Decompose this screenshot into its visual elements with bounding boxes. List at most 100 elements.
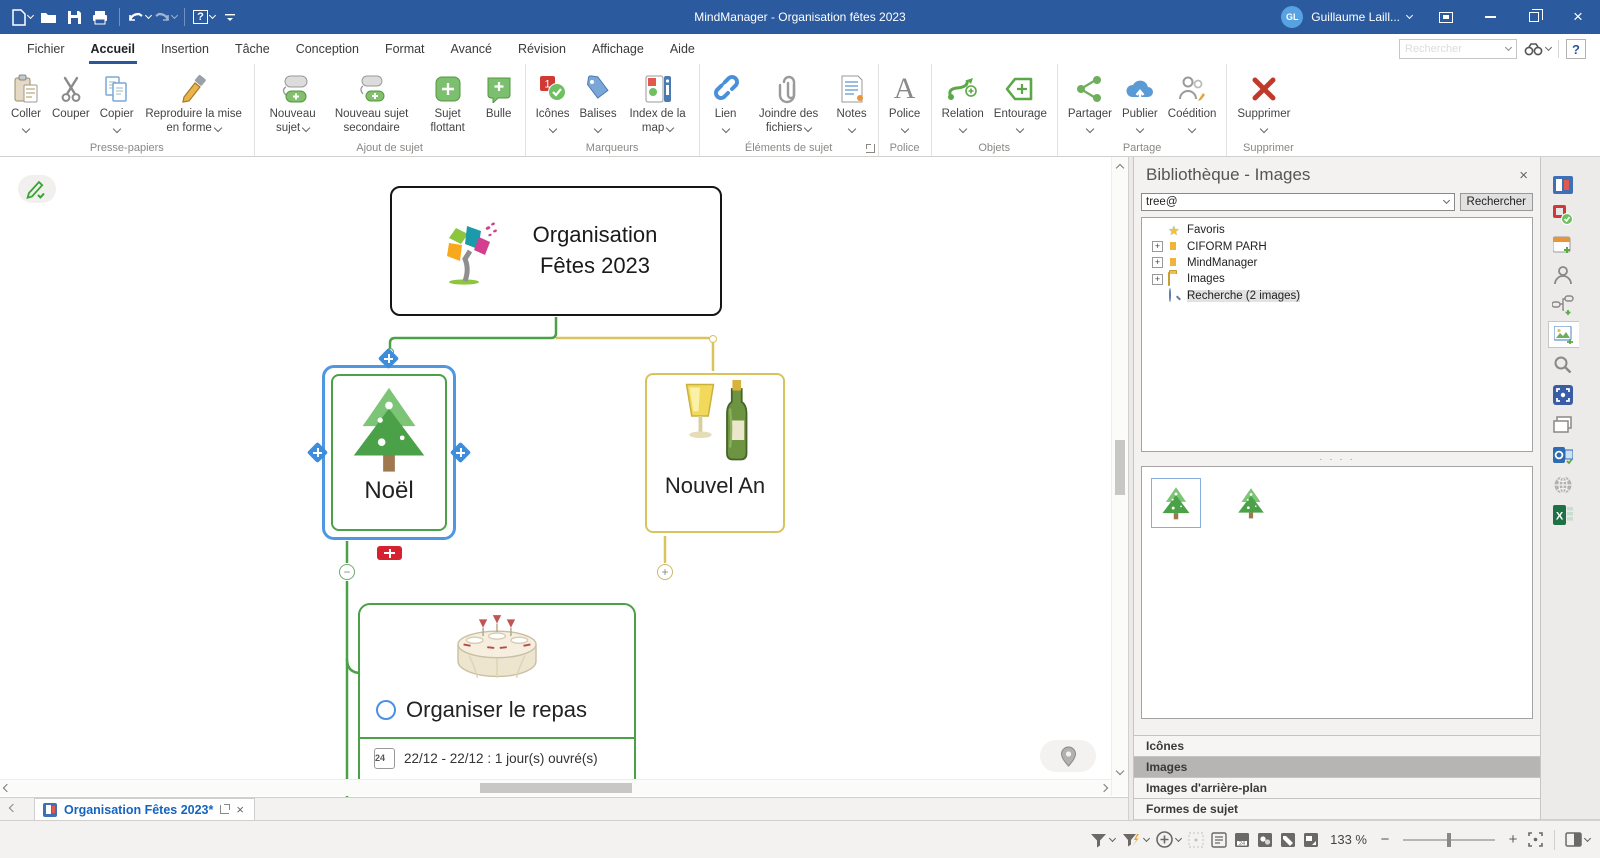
tab-close-icon[interactable]: × [236,803,244,816]
zoom-out-button[interactable]: − [1378,831,1392,848]
help-quick-button[interactable]: ? [192,4,216,30]
mindmanager-pane-icon[interactable] [1548,171,1578,198]
open-button[interactable] [36,4,60,30]
expand-icon[interactable]: + [1152,257,1163,268]
icones-button[interactable]: 1 Icônes [531,70,575,134]
horizontal-scroll-thumb[interactable] [480,783,632,793]
entourage-button[interactable]: Entourage [989,70,1052,134]
binoculars-chevron-icon[interactable] [1545,44,1552,51]
copier-button[interactable]: Copier [95,70,139,134]
entourage-chevron-icon[interactable] [1016,124,1024,132]
noel-topic-label[interactable]: Noël [364,477,413,505]
partager-chevron-icon[interactable] [1086,124,1094,132]
user-name[interactable]: Guillaume Laill... [1311,10,1400,24]
tab-formes-de-sujet[interactable]: Formes de sujet [1134,798,1540,819]
restore-button[interactable] [1512,0,1556,34]
zoom-in-button[interactable]: + [1506,831,1520,848]
relation-chevron-icon[interactable] [958,124,966,132]
zoom-slider-handle[interactable] [1447,833,1451,847]
filter-button[interactable] [1090,832,1115,848]
reproduire-chevron-icon[interactable] [214,123,222,131]
tab-accueil[interactable]: Accueil [78,34,148,64]
root-topic-label[interactable]: Organisation Fêtes 2023 [516,220,674,282]
vertical-scrollbar[interactable] [1111,157,1128,796]
tab-scroll-left-icon[interactable] [0,808,26,811]
couper-button[interactable]: Couper [47,70,95,124]
panel-layout-button[interactable] [1565,832,1590,847]
nouveau-sujet-chevron-icon[interactable] [302,123,310,131]
reproduire-mise-en-forme-button[interactable]: Reproduire la mise en forme [139,70,249,137]
expand-icon[interactable]: + [1152,274,1163,285]
tab-aide[interactable]: Aide [657,34,708,64]
topic-noel[interactable]: Noël [331,374,447,531]
tags-view-button[interactable] [1280,832,1296,848]
joindre-chevron-icon[interactable] [804,123,812,131]
tab-images-arriere-plan[interactable]: Images d'arrière-plan [1134,777,1540,798]
nouvel-an-topic-label[interactable]: Nouvel An [665,473,765,499]
map-parts-pane-icon[interactable] [1548,291,1578,318]
index-de-la-map-button[interactable]: Index de la map [622,70,694,137]
bulle-button[interactable]: Bulle [478,70,520,124]
zoom-slider[interactable] [1403,839,1495,841]
binoculars-button[interactable] [1524,42,1551,56]
result-tree-image-2[interactable] [1233,485,1269,521]
tab-images[interactable]: Images [1134,756,1540,777]
search-pane-icon[interactable] [1548,351,1578,378]
presentation-view-button[interactable] [1303,832,1319,848]
panel-close-icon[interactable]: × [1519,168,1528,183]
location-indicator[interactable] [1040,740,1096,772]
minimize-button[interactable] [1468,0,1512,34]
tab-revision[interactable]: Révision [505,34,579,64]
progress-icon[interactable] [376,700,396,720]
lien-button[interactable]: Lien [705,70,747,134]
repas-topic-label[interactable]: Organiser le repas [406,697,587,723]
balises-chevron-icon[interactable] [594,124,602,132]
vertical-scroll-thumb[interactable] [1115,440,1125,495]
scroll-up-arrow[interactable] [1113,161,1127,175]
notes-button[interactable]: Notes [831,70,873,134]
library-search-combo[interactable] [1141,193,1455,211]
ribbon-search-input[interactable] [1400,43,1506,55]
topic-organiser-le-repas[interactable]: Organiser le repas 24 22/12 - 22/12 : 1 … [358,603,636,793]
image-results[interactable] [1141,466,1533,719]
tree-item-favoris[interactable]: ★ Favoris [1142,222,1532,238]
power-filter-button[interactable] [1122,832,1149,848]
nouveau-sujet-button[interactable]: Nouveau sujet [260,70,326,137]
tab-fichier[interactable]: Fichier [14,34,78,64]
lien-chevron-icon[interactable] [721,124,729,132]
scroll-left-arrow[interactable] [0,781,14,795]
resources-pane-icon[interactable] [1548,261,1578,288]
search-dropdown-icon[interactable] [1505,44,1512,51]
save-button[interactable] [62,4,86,30]
publier-button[interactable]: Publier [1117,70,1163,134]
map-canvas[interactable]: Organisation Fêtes 2023 Noël − + [0,157,1128,797]
redo-button[interactable] [153,4,177,30]
nouveau-sujet-secondaire-button[interactable]: Nouveau sujet secondaire [326,70,418,137]
horizontal-scrollbar[interactable] [0,779,1111,796]
coller-button[interactable]: Coller [5,70,47,134]
topic-nouvel-an[interactable]: Nouvel An [645,373,785,533]
account-chevron-icon[interactable] [1406,12,1413,19]
expand-branch-button[interactable]: + [657,564,673,580]
undo-button[interactable] [127,4,151,30]
root-topic[interactable]: Organisation Fêtes 2023 [390,186,722,316]
document-tab[interactable]: Organisation Fêtes 2023* × [34,798,255,821]
add-task-badge[interactable] [377,546,402,560]
markers-pane-icon[interactable] [1548,201,1578,228]
help-chevron-icon[interactable] [209,12,216,19]
popout-icon[interactable] [220,805,229,814]
tree-item-ciform-parh[interactable]: + CIFORM PARH [1142,238,1532,254]
icones-chevron-icon[interactable] [548,124,556,132]
avatar[interactable]: GL [1281,6,1303,28]
undo-chevron-icon[interactable] [144,12,151,19]
branch-point-yellow[interactable] [709,335,717,343]
relation-button[interactable]: Relation [937,70,989,134]
add-view-button[interactable] [1156,831,1181,848]
tab-avance[interactable]: Avancé [438,34,505,64]
web-pane-icon[interactable] [1548,471,1578,498]
new-document-button[interactable] [10,4,34,30]
coedition-chevron-icon[interactable] [1188,124,1196,132]
insert-topic-handle-top[interactable] [378,348,399,369]
outlook-pane-icon[interactable] [1548,441,1578,468]
panel-section-splitter[interactable]: · · · · [1134,452,1540,466]
